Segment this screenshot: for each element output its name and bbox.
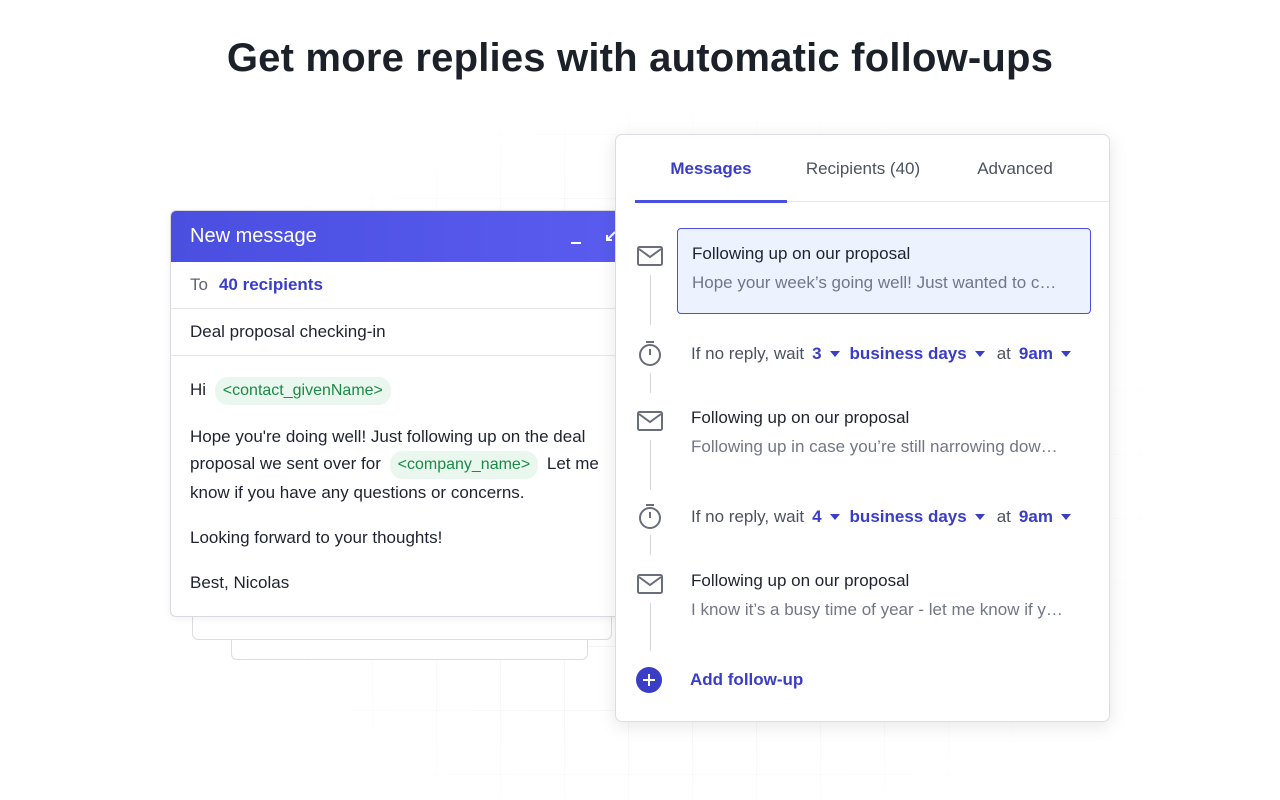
add-follow-up-button[interactable]: Add follow-up [636,665,803,695]
at-label: at [996,507,1011,526]
message-body[interactable]: Hi <contact_givenName> Hope you're doing… [171,356,639,596]
message-preview: Hope your week’s going well! Just wanted… [692,273,1057,292]
at-label: at [996,344,1011,363]
timeline-connector [650,535,651,555]
message-card-1[interactable]: Following up on our proposal Hope your w… [677,228,1091,314]
tab-messages[interactable]: Messages [635,135,787,203]
greeting-line: Hi <contact_givenName> [190,376,622,405]
chevron-down-icon [974,514,985,520]
compose-window: New message To 40 recipients Deal propos… [170,210,640,617]
to-label: To [190,275,208,294]
subject-row[interactable]: Deal proposal checking-in [171,309,639,356]
wait-row-2: If no reply, wait 4 business days at 9am [691,502,1071,532]
wait-unit-value: business days [849,507,967,526]
message-title: Following up on our proposal [691,571,910,590]
wait-days-value: 4 [812,507,822,526]
wait-prefix: If no reply, wait [691,507,805,526]
envelope-icon [637,411,663,431]
envelope-icon [637,246,663,266]
envelope-icon [637,574,663,594]
paragraph-1-line-1: Hope you're doing well! Just following u… [190,427,586,446]
wait-prefix: If no reply, wait [691,344,805,363]
message-card-2[interactable]: Following up on our proposal Following u… [677,393,1091,479]
subject-field[interactable]: Deal proposal checking-in [190,322,386,342]
to-row[interactable]: To 40 recipients [171,262,639,309]
paragraph-1-line-2-post: Let me [546,454,599,473]
timeline-connector [650,373,651,393]
message-title: Following up on our proposal [691,408,910,427]
tab-advanced[interactable]: Advanced [939,135,1091,202]
minimize-icon[interactable] [566,227,586,247]
send-time-value: 9am [1018,507,1053,526]
message-preview: Following up in case you’re still narrow… [691,437,1058,456]
plus-circle-icon [636,667,662,693]
panel-tabs: Messages Recipients (40) Advanced [635,135,1111,203]
timeline-connector [650,275,651,325]
follow-up-panel: Messages Recipients (40) Advanced Follow… [615,134,1111,722]
company-name-chip[interactable]: <company_name> [389,451,539,479]
chevron-down-icon [829,514,840,520]
recipients-link[interactable]: 40 recipients [219,275,323,295]
chevron-down-icon [974,351,985,357]
stopwatch-icon [639,504,661,529]
chevron-down-icon [829,351,840,357]
body-paragraph-1: Hope you're doing well! Just following u… [190,423,622,506]
message-preview: I know it’s a busy time of year - let me… [691,600,1063,619]
message-title: Following up on our proposal [692,244,911,263]
wait-row-1: If no reply, wait 3 business days at 9am [691,339,1071,369]
chevron-down-icon [1060,514,1071,520]
compose-title: New message [190,225,317,247]
wait-unit-dropdown[interactable]: business days [850,344,985,364]
wait-days-dropdown[interactable]: 3 [812,344,840,364]
page-headline: Get more replies with automatic follow-u… [226,36,1054,80]
paragraph-1-line-2-pre: proposal we sent over for [190,454,381,473]
wait-unit-value: business days [849,344,967,363]
greeting-text: Hi [190,380,207,399]
contact-given-name-chip[interactable]: <contact_givenName> [214,377,391,405]
tab-recipients[interactable]: Recipients (40) [787,135,939,202]
stopwatch-icon [639,341,661,366]
wait-unit-dropdown[interactable]: business days [850,507,985,527]
send-time-dropdown[interactable]: 9am [1019,344,1071,364]
chevron-down-icon [1060,351,1071,357]
wait-days-dropdown[interactable]: 4 [812,507,840,527]
message-card-3[interactable]: Following up on our proposal I know it’s… [677,556,1091,642]
send-time-dropdown[interactable]: 9am [1019,507,1071,527]
timeline-connector [650,603,651,651]
paragraph-1-line-3: know if you have any questions or concer… [190,483,525,502]
wait-days-value: 3 [812,344,822,363]
compose-header: New message [171,211,639,262]
timeline-connector [650,440,651,490]
add-follow-up-label: Add follow-up [690,670,804,689]
send-time-value: 9am [1018,344,1053,363]
body-paragraph-2: Looking forward to your thoughts! [190,528,443,547]
signoff: Best, Nicolas [190,573,290,592]
